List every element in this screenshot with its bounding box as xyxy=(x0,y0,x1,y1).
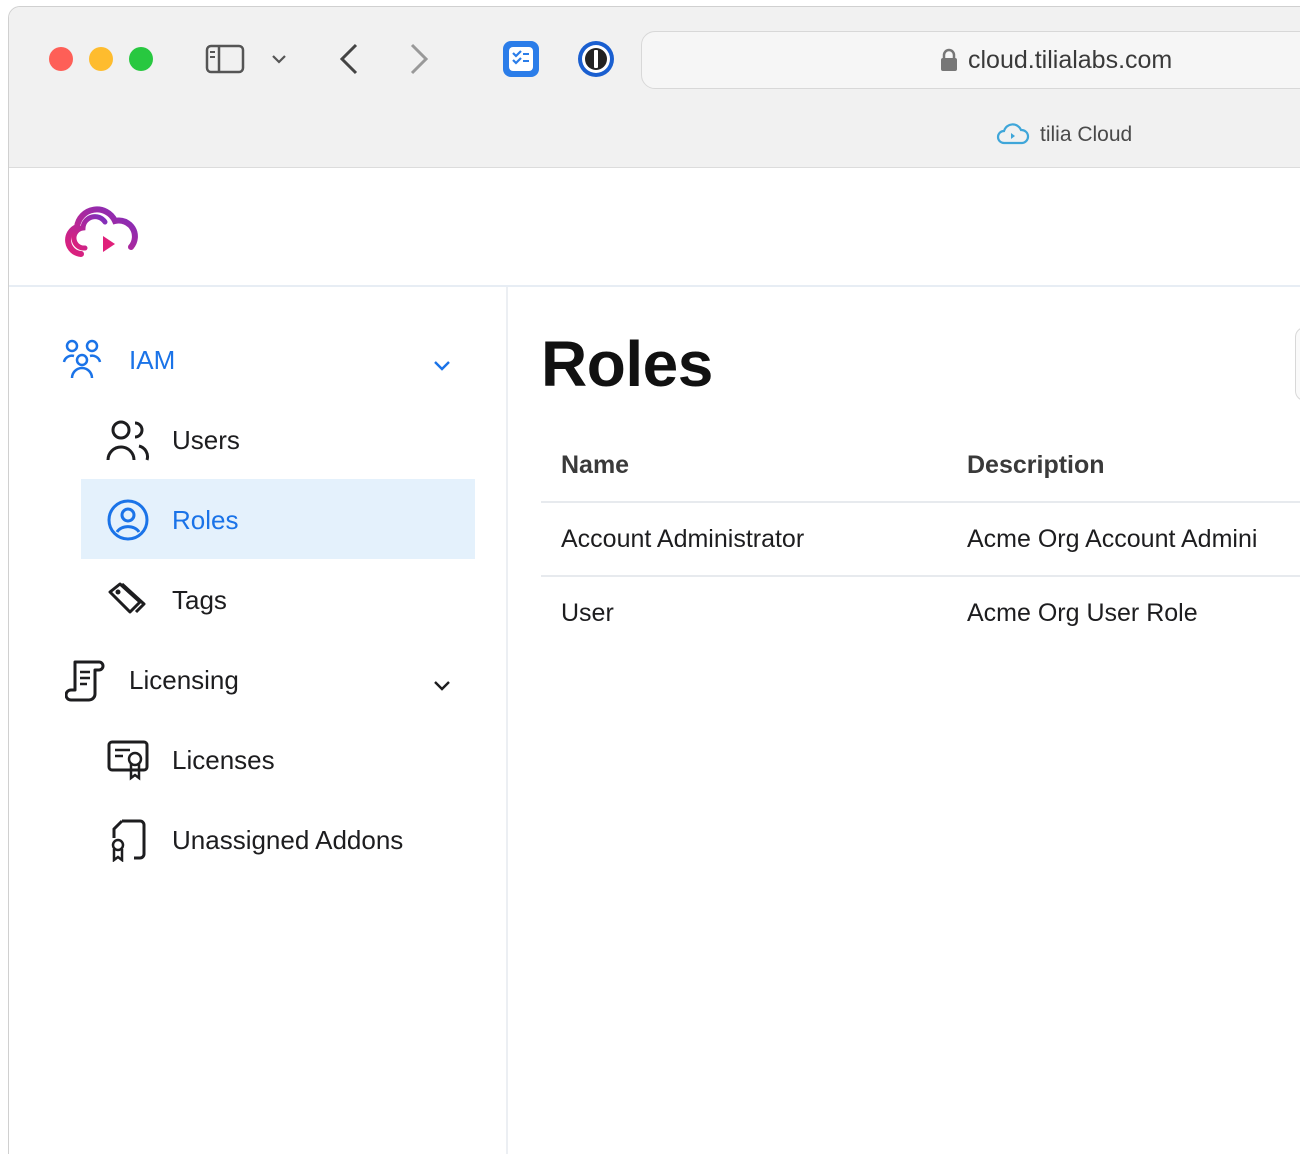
close-window-button[interactable] xyxy=(49,47,73,71)
tilia-logo[interactable] xyxy=(59,198,143,267)
scroll-icon xyxy=(61,656,109,704)
sidebar-nav: IAM Users Roles Tags Licensing Licenses … xyxy=(9,287,508,1154)
active-tab[interactable]: tilia Cloud xyxy=(996,123,1132,147)
chevron-left-icon xyxy=(339,43,358,75)
url-text: cloud.tilialabs.com xyxy=(968,45,1173,74)
roles-table: Name Description Account Administrator A… xyxy=(541,427,1300,649)
tilia-cloud-icon xyxy=(996,123,1030,145)
tab-group-dropdown[interactable] xyxy=(267,39,291,79)
sidebar-icon xyxy=(205,44,245,74)
lock-icon xyxy=(941,48,957,71)
forward-button[interactable] xyxy=(401,39,437,79)
tilia-logo-icon xyxy=(65,206,138,257)
user-circle-icon xyxy=(104,496,152,544)
table-row[interactable]: User Acme Org User Role xyxy=(541,577,1300,649)
sidebar-item-unassigned-addons[interactable]: Unassigned Addons xyxy=(104,800,484,880)
sidebar-item-licenses[interactable]: Licenses xyxy=(104,720,484,800)
page-title: Roles xyxy=(541,328,713,400)
tab-title-text: tilia Cloud xyxy=(1040,123,1133,146)
sidebar-item-label: Users xyxy=(172,424,240,455)
back-button[interactable] xyxy=(331,39,367,79)
sidebar-group-label: IAM xyxy=(129,344,176,375)
sidebar-item-label: Tags xyxy=(172,584,227,615)
users-icon xyxy=(104,416,152,464)
sidebar-item-users[interactable]: Users xyxy=(104,400,484,480)
tags-icon xyxy=(104,576,152,624)
minimize-window-button[interactable] xyxy=(89,47,113,71)
sidebar-group-label: Licensing xyxy=(129,664,239,695)
column-header-description[interactable]: Description xyxy=(967,451,1105,480)
table-header: Name Description xyxy=(541,427,1300,503)
chevron-right-icon xyxy=(410,43,429,75)
chevron-down-icon xyxy=(272,55,286,64)
people-group-icon xyxy=(61,336,109,384)
app-header xyxy=(9,168,1300,287)
sidebar-item-label: Unassigned Addons xyxy=(172,824,404,855)
browser-window: cloud.tilialabs.com tilia Cloud IAM User… xyxy=(8,6,1300,1154)
sidebar-item-label: Licenses xyxy=(172,744,275,775)
password-manager-icon xyxy=(578,41,614,77)
column-header-name[interactable]: Name xyxy=(561,451,629,480)
address-bar[interactable]: cloud.tilialabs.com xyxy=(641,31,1300,89)
sidebar-item-roles[interactable]: Roles xyxy=(104,480,484,560)
role-description-cell: Acme Org User Role xyxy=(967,599,1198,627)
extension-password-button[interactable] xyxy=(574,39,618,79)
main-content: Roles Name Description Account Administr… xyxy=(508,287,1300,1154)
document-badge-icon xyxy=(104,816,152,864)
table-row[interactable]: Account Administrator Acme Org Account A… xyxy=(541,503,1300,577)
checklist-icon xyxy=(503,41,539,77)
role-name-cell: User xyxy=(561,599,614,627)
chevron-down-icon xyxy=(433,668,451,699)
zoom-window-button[interactable] xyxy=(129,47,153,71)
role-description-cell: Acme Org Account Admini xyxy=(967,525,1258,553)
chevron-down-icon xyxy=(433,348,451,379)
sidebar-toggle-button[interactable] xyxy=(203,39,247,79)
page-action-button[interactable] xyxy=(1295,327,1300,401)
role-name-cell: Account Administrator xyxy=(561,525,805,553)
sidebar-item-label: Roles xyxy=(172,504,239,535)
sidebar-item-tags[interactable]: Tags xyxy=(104,560,484,640)
sidebar-group-iam[interactable]: IAM xyxy=(61,320,451,400)
browser-toolbar: cloud.tilialabs.com tilia Cloud xyxy=(9,7,1300,168)
sidebar-group-licensing[interactable]: Licensing xyxy=(61,640,451,720)
certificate-icon xyxy=(104,736,152,784)
extension-todo-button[interactable] xyxy=(499,39,543,79)
